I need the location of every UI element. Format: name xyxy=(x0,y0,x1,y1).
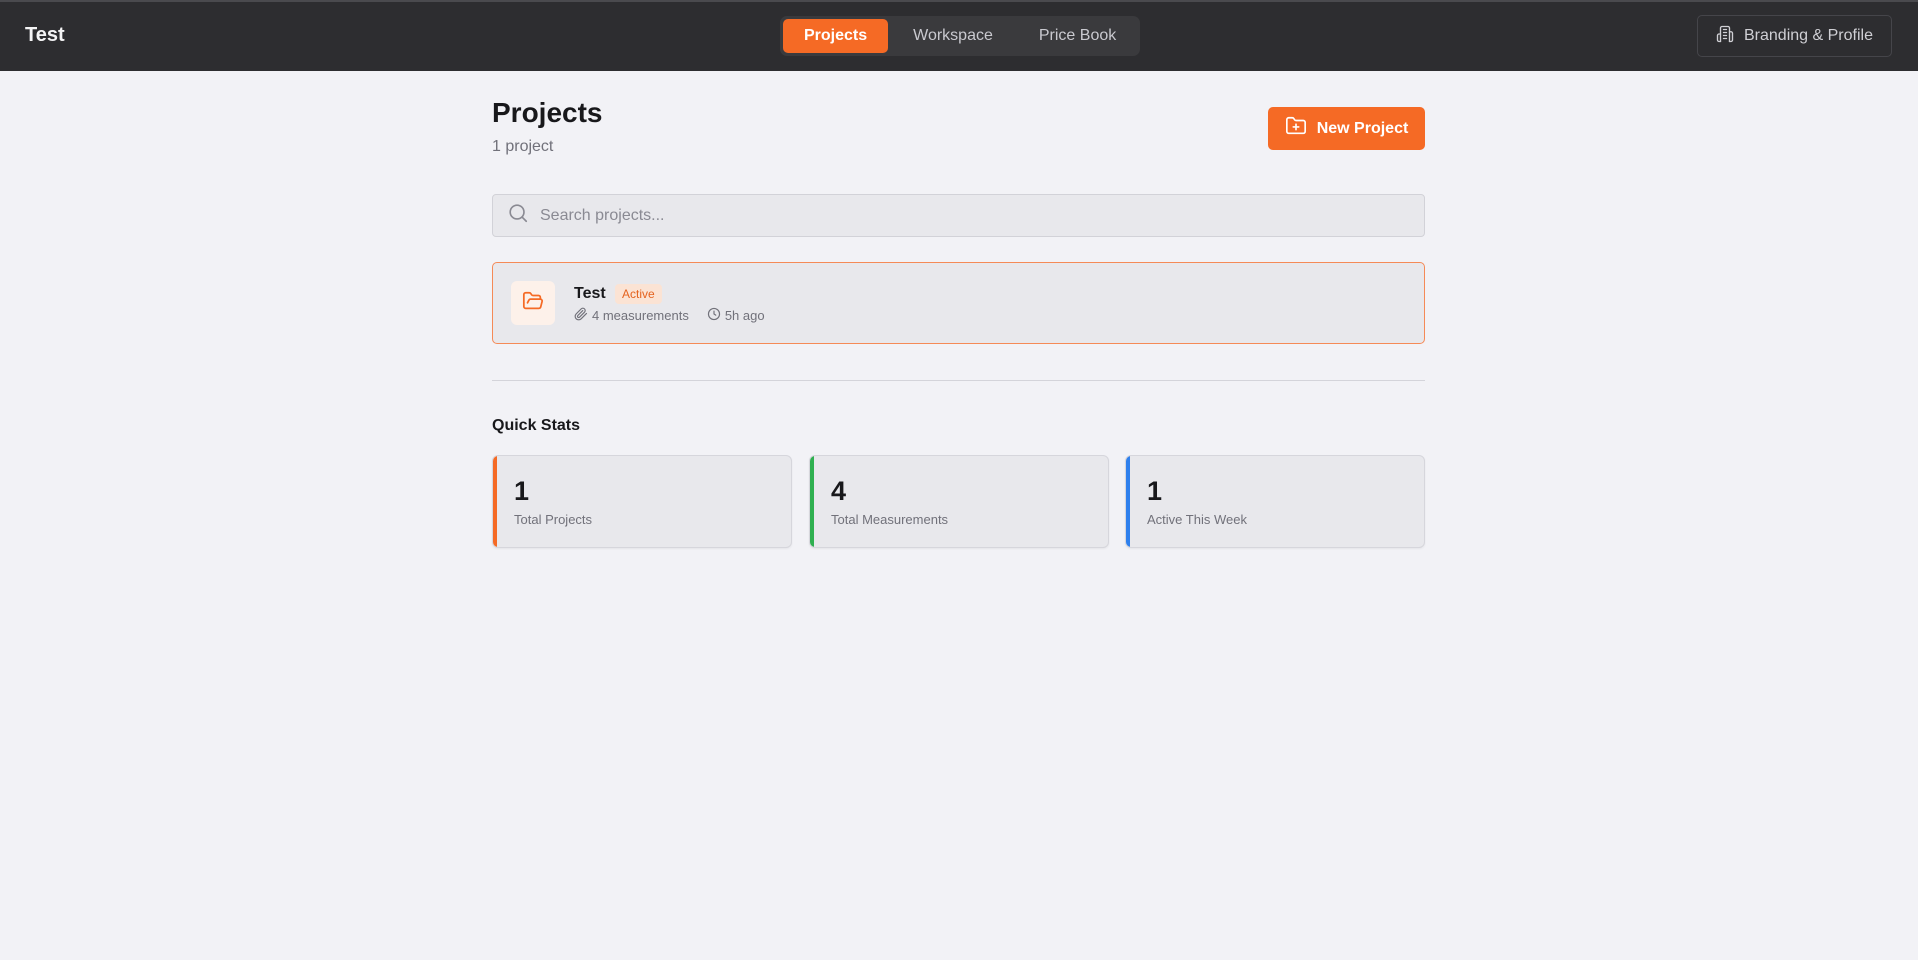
stat-accent-bar xyxy=(810,456,814,547)
last-updated: 5h ago xyxy=(707,307,765,324)
new-project-label: New Project xyxy=(1316,119,1409,137)
branding-profile-label: Branding & Profile xyxy=(1744,27,1873,44)
stat-value: 1 xyxy=(1147,476,1163,506)
tab-projects[interactable]: Projects xyxy=(783,19,889,53)
project-count: 1 project xyxy=(492,138,554,155)
main-nav: Projects Workspace Price Book xyxy=(780,16,1141,56)
search-bar xyxy=(492,194,1425,237)
app-title: Test xyxy=(25,24,65,46)
stat-card-active-this-week: 1 Active This Week xyxy=(1125,455,1425,548)
stat-label: Active This Week xyxy=(1147,512,1247,527)
stat-value: 4 xyxy=(831,476,847,506)
project-meta: 4 measurements 5h ago xyxy=(574,307,783,324)
stat-value: 1 xyxy=(514,476,530,506)
tab-price-book[interactable]: Price Book xyxy=(1018,19,1137,53)
stat-label: Total Measurements xyxy=(831,512,949,527)
new-project-button[interactable]: New Project xyxy=(1268,107,1425,150)
section-divider xyxy=(492,380,1425,381)
clock-icon xyxy=(707,307,721,324)
top-bar: Test Projects Workspace Price Book Brand… xyxy=(0,0,1918,71)
project-name: Test xyxy=(574,285,606,302)
stat-label: Total Projects xyxy=(514,512,593,527)
folder-plus-icon xyxy=(1285,115,1307,142)
project-card[interactable]: Test Active 4 measurements 5h ago xyxy=(492,262,1425,344)
quick-stats-title: Quick Stats xyxy=(492,417,581,434)
paperclip-icon xyxy=(574,307,588,324)
status-badge: Active xyxy=(615,284,662,304)
project-icon-box xyxy=(511,281,555,325)
search-icon xyxy=(493,202,529,229)
stat-card-total-projects: 1 Total Projects xyxy=(492,455,792,548)
stat-accent-bar xyxy=(1126,456,1130,547)
last-updated-text: 5h ago xyxy=(724,308,765,323)
branding-profile-button[interactable]: Branding & Profile xyxy=(1697,15,1892,57)
stat-card-total-measurements: 4 Total Measurements xyxy=(809,455,1109,548)
building-icon xyxy=(1716,25,1734,48)
search-input[interactable] xyxy=(540,206,1400,225)
stat-accent-bar xyxy=(493,456,497,547)
page-title: Projects xyxy=(492,97,603,128)
measurement-count-text: 4 measurements xyxy=(592,308,689,323)
tab-workspace[interactable]: Workspace xyxy=(892,19,1014,53)
measurement-count: 4 measurements xyxy=(574,307,689,324)
folder-open-icon xyxy=(522,290,544,317)
